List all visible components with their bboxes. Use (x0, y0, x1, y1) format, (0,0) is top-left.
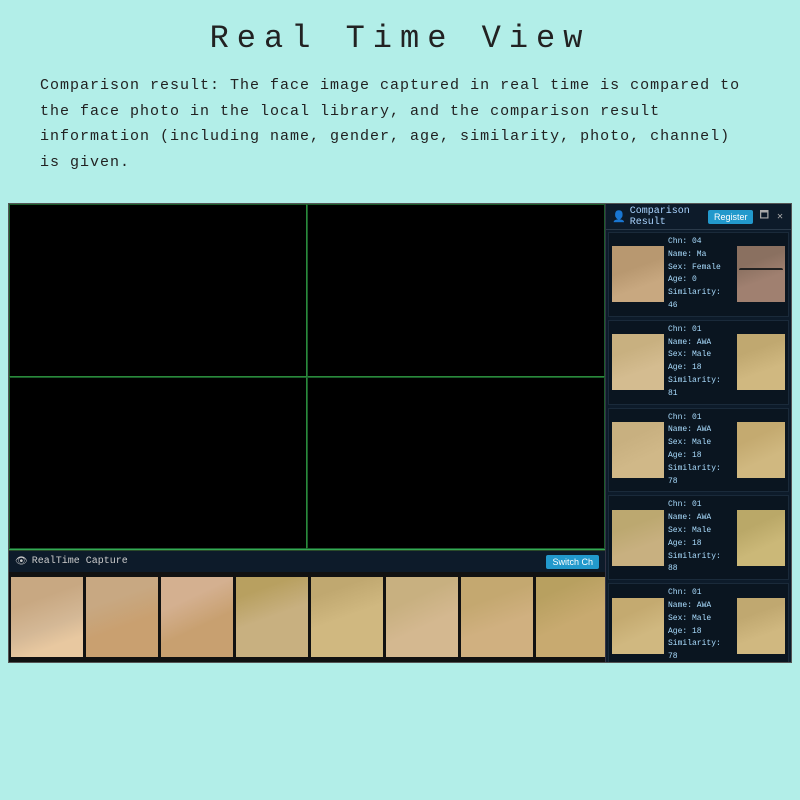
video-cell-top-right (307, 204, 605, 377)
list-item[interactable] (386, 577, 458, 657)
minimize-icon[interactable]: 🗖 (757, 208, 771, 225)
sex-1: Sex: Female (668, 262, 733, 275)
name-3: Name: AWA (668, 424, 733, 437)
realtime-label: 👁 RealTime Capture (15, 556, 128, 568)
comparison-list: Chn: 04 Name: Ma Sex: Female Age: 0 Simi… (606, 230, 791, 662)
sex-4: Sex: Male (668, 525, 733, 538)
person-icon: 👤 (612, 210, 626, 224)
comp-info-1: Chn: 04 Name: Ma Sex: Female Age: 0 Simi… (664, 236, 737, 313)
list-item[interactable] (461, 577, 533, 657)
header-actions: Register 🗖 ✕ (708, 208, 785, 225)
library-photo-5 (737, 598, 785, 654)
age-2: Age: 18 (668, 362, 733, 375)
comparison-title-text: Comparison Result (630, 206, 708, 228)
realtime-capture-text: RealTime Capture (32, 556, 128, 567)
video-cell-bottom-left (9, 377, 307, 550)
comparison-item[interactable]: Chn: 01 Name: AWA Sex: Male Age: 18 Simi… (608, 583, 789, 662)
name-4: Name: AWA (668, 512, 733, 525)
comparison-header: 👤 Comparison Result Register 🗖 ✕ (606, 204, 791, 230)
age-1: Age: 0 (668, 274, 733, 287)
library-photo-1 (737, 246, 785, 302)
captured-face-3 (612, 422, 664, 478)
comp-info-5: Chn: 01 Name: AWA Sex: Male Age: 18 Simi… (664, 587, 737, 662)
list-item[interactable] (161, 577, 233, 657)
video-grid (9, 204, 605, 550)
library-photo-3 (737, 422, 785, 478)
similarity-3: Similarity: 78 (668, 463, 733, 489)
app-container: 👁 RealTime Capture Switch Ch � (8, 203, 792, 663)
list-item[interactable] (11, 577, 83, 657)
name-5: Name: AWA (668, 600, 733, 613)
library-photo-2 (737, 334, 785, 390)
video-cell-bottom-right (307, 377, 605, 550)
chn-1: Chn: 04 (668, 236, 733, 249)
comparison-panel: 👤 Comparison Result Register 🗖 ✕ Chn: 04 (605, 204, 791, 662)
captured-face-4 (612, 510, 664, 566)
comparison-item[interactable]: Chn: 04 Name: Ma Sex: Female Age: 0 Simi… (608, 232, 789, 317)
captured-face-1 (612, 246, 664, 302)
similarity-5: Similarity: 78 (668, 638, 733, 662)
comparison-item[interactable]: Chn: 01 Name: AWA Sex: Male Age: 18 Simi… (608, 495, 789, 580)
name-2: Name: AWA (668, 337, 733, 350)
list-item[interactable] (536, 577, 605, 657)
close-icon[interactable]: ✕ (775, 211, 785, 223)
video-section: 👁 RealTime Capture Switch Ch (9, 204, 605, 662)
video-cell-top-left (9, 204, 307, 377)
list-item[interactable] (236, 577, 308, 657)
header-section: Real Time View Comparison result: The fa… (0, 0, 800, 185)
comp-info-3: Chn: 01 Name: AWA Sex: Male Age: 18 Simi… (664, 412, 737, 489)
similarity-2: Similarity: 81 (668, 375, 733, 401)
captured-face-5 (612, 598, 664, 654)
list-item[interactable] (311, 577, 383, 657)
switch-channel-button[interactable]: Switch Ch (546, 555, 599, 569)
sex-3: Sex: Male (668, 437, 733, 450)
age-3: Age: 18 (668, 450, 733, 463)
chn-3: Chn: 01 (668, 412, 733, 425)
thumbnail-strip (9, 572, 605, 662)
chn-4: Chn: 01 (668, 499, 733, 512)
page-title: Real Time View (40, 20, 760, 57)
comparison-item[interactable]: Chn: 01 Name: AWA Sex: Male Age: 18 Simi… (608, 320, 789, 405)
comparison-title: 👤 Comparison Result (612, 206, 708, 228)
camera-icon: 👁 (15, 556, 28, 568)
similarity-1: Similarity: 46 (668, 287, 733, 313)
app-main: 👁 RealTime Capture Switch Ch � (9, 204, 791, 662)
comparison-item[interactable]: Chn: 01 Name: AWA Sex: Male Age: 18 Simi… (608, 408, 789, 493)
similarity-4: Similarity: 88 (668, 551, 733, 577)
age-5: Age: 18 (668, 626, 733, 639)
comp-info-4: Chn: 01 Name: AWA Sex: Male Age: 18 Simi… (664, 499, 737, 576)
list-item[interactable] (86, 577, 158, 657)
comp-info-2: Chn: 01 Name: AWA Sex: Male Age: 18 Simi… (664, 324, 737, 401)
captured-face-2 (612, 334, 664, 390)
register-button[interactable]: Register (708, 210, 754, 224)
sex-5: Sex: Male (668, 613, 733, 626)
library-photo-4 (737, 510, 785, 566)
realtime-bar: 👁 RealTime Capture Switch Ch (9, 550, 605, 572)
chn-5: Chn: 01 (668, 587, 733, 600)
chn-2: Chn: 01 (668, 324, 733, 337)
age-4: Age: 18 (668, 538, 733, 551)
name-1: Name: Ma (668, 249, 733, 262)
sex-2: Sex: Male (668, 349, 733, 362)
page-description: Comparison result: The face image captur… (40, 73, 760, 175)
